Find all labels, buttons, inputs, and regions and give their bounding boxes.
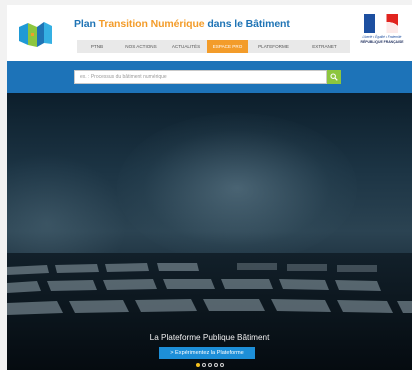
site-title[interactable]: Plan Transition Numérique dans le Bâtime… — [74, 18, 290, 30]
nav-item-plateforme[interactable]: PLATEFORME — [248, 40, 299, 53]
hero-carousel: La Plateforme Publique Bâtiment > Expéri… — [7, 93, 412, 370]
hero-caption: La Plateforme Publique Bâtiment — [149, 333, 270, 342]
search-icon — [330, 73, 338, 81]
carousel-dot-4[interactable] — [214, 363, 218, 367]
carousel-dot-5[interactable] — [220, 363, 224, 367]
search-band — [7, 61, 412, 93]
republique-francaise-logo[interactable]: Liberté • Égalité • Fraternité RÉPUBLIQU… — [358, 14, 406, 50]
ptnb-logo-icon[interactable] — [17, 19, 53, 49]
republic-motto: Liberté • Égalité • Fraternité — [362, 35, 402, 39]
nav-item-nos-actions[interactable]: NOS ACTIONS — [117, 40, 165, 53]
site-header: Plan Transition Numérique dans le Bâtime… — [7, 5, 412, 55]
search-button[interactable] — [327, 70, 341, 84]
hero-background-light — [117, 113, 357, 263]
republic-label: RÉPUBLIQUE FRANÇAISE — [360, 40, 404, 44]
site-title-part3: dans le Bâtiment — [204, 18, 290, 30]
search-input[interactable] — [74, 70, 327, 84]
nav-item-espace-pro[interactable]: ESPACE PRO — [207, 40, 248, 53]
nav-item-actualites[interactable]: ACTUALITÉS — [165, 40, 207, 53]
carousel-dot-1[interactable] — [196, 363, 200, 367]
site-title-part2: Transition Numérique — [98, 18, 205, 30]
site-title-part1: Plan — [74, 18, 99, 30]
page: Plan Transition Numérique dans le Bâtime… — [7, 5, 412, 370]
nav-item-ptnb[interactable]: PTNB — [77, 40, 117, 53]
experiment-platform-button[interactable]: > Expérimentez la Plateforme — [159, 347, 255, 359]
nav-item-extranet[interactable]: EXTRANET — [299, 40, 350, 53]
carousel-dot-2[interactable] — [202, 363, 206, 367]
carousel-indicators — [196, 363, 224, 367]
main-nav: PTNB NOS ACTIONS ACTUALITÉS ESPACE PRO P… — [77, 40, 350, 53]
carousel-dot-3[interactable] — [208, 363, 212, 367]
french-flag-icon — [364, 14, 398, 33]
